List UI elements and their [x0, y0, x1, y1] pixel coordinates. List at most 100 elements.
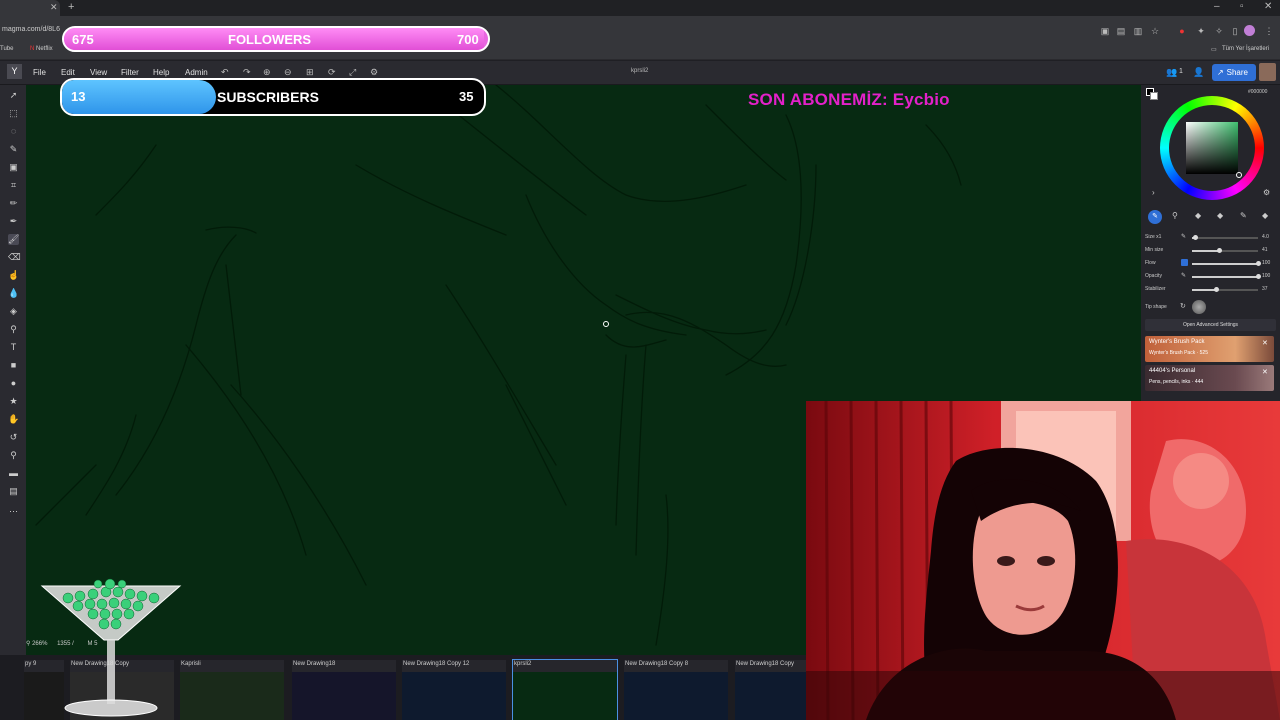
saturation-square[interactable]: [1186, 122, 1238, 174]
url-field[interactable]: magma.com/d/8L6: [2, 26, 60, 33]
netflix-icon[interactable]: N: [30, 46, 34, 52]
add-user-icon[interactable]: 👤: [1193, 67, 1204, 78]
stabilizer-value[interactable]: 37: [1262, 286, 1268, 292]
fill-tool-icon[interactable]: ◈: [8, 306, 19, 317]
smudge-tool-icon[interactable]: ☝: [8, 270, 19, 281]
min-size-value[interactable]: 41: [1262, 247, 1268, 253]
ellipse-tool-icon[interactable]: ●: [8, 378, 19, 389]
hand-tool-icon[interactable]: ✋: [8, 414, 19, 425]
color-settings-icon[interactable]: ⚙: [1263, 188, 1270, 197]
setting-slider-knob[interactable]: [1256, 274, 1261, 279]
grid-icon[interactable]: ⊞: [306, 67, 314, 78]
rotate-view-icon[interactable]: ↺: [8, 432, 19, 443]
close-icon[interactable]: ✕: [1262, 339, 1268, 347]
drawing-thumbnail[interactable]: New Drawing18 Copy 12: [402, 660, 506, 720]
zoom-tool-icon[interactable]: ⚲: [8, 450, 19, 461]
expand-icon[interactable]: ›: [1152, 188, 1155, 197]
menu-file[interactable]: File: [33, 68, 46, 77]
transform-tool-icon[interactable]: ▣: [8, 162, 19, 173]
maximize-icon[interactable]: ▫: [1240, 1, 1244, 12]
drawing-thumbnail[interactable]: New Drawing18: [292, 660, 396, 720]
pressure-icon[interactable]: ✎: [1181, 233, 1186, 240]
brush-preset-icon[interactable]: ✎: [1148, 210, 1162, 224]
brush-tool-icon[interactable]: 🖌: [8, 234, 19, 245]
zoom-in-icon[interactable]: ⊕: [263, 67, 271, 78]
color-hex[interactable]: #000000: [1248, 89, 1267, 95]
screenshot-icon[interactable]: ▣: [1100, 26, 1110, 36]
zoom-out-icon[interactable]: ⊖: [284, 67, 292, 78]
eyedropper-icon[interactable]: ⚲: [8, 324, 19, 335]
extension-icon[interactable]: ✧: [1214, 26, 1224, 36]
reference-icon[interactable]: ▤: [8, 486, 19, 497]
bookmark-netflix[interactable]: Netflix: [36, 46, 53, 52]
brush-preset-icon[interactable]: ⚲: [1172, 211, 1178, 220]
new-tab-icon[interactable]: +: [68, 1, 74, 13]
extension-icon[interactable]: ✦: [1196, 26, 1206, 36]
flow-pressure-icon[interactable]: [1181, 259, 1188, 266]
cast-icon[interactable]: ▥: [1133, 26, 1143, 36]
brush-preset-icon[interactable]: ✎: [1240, 211, 1247, 220]
all-bookmarks[interactable]: Tüm Yer İşaretleri: [1222, 46, 1269, 52]
color-picker-handle[interactable]: [1236, 172, 1242, 178]
profile-avatar[interactable]: [1244, 25, 1255, 36]
drawing-thumbnail[interactable]: Kaprisli: [180, 660, 284, 720]
tab-close-icon[interactable]: ✕: [50, 2, 58, 13]
secondary-color-swatch[interactable]: [1150, 92, 1158, 100]
opacity-pressure-icon[interactable]: ✎: [1181, 272, 1186, 279]
redo-icon[interactable]: ↷: [243, 67, 251, 78]
crop-tool-icon[interactable]: ⌗: [8, 180, 19, 191]
drawing-thumbnail[interactable]: kprsli2: [512, 659, 618, 720]
setting-slider-knob[interactable]: [1217, 248, 1222, 253]
blur-tool-icon[interactable]: 💧: [8, 288, 19, 299]
pen-tool-icon[interactable]: ✒: [8, 216, 19, 227]
brush-preset-icon[interactable]: ◆: [1262, 211, 1268, 220]
size-value[interactable]: 4.0: [1262, 234, 1269, 240]
menu-help[interactable]: Help: [153, 68, 169, 77]
translate-icon[interactable]: ▤: [1116, 26, 1126, 36]
setting-slider-knob[interactable]: [1193, 235, 1198, 240]
close-icon[interactable]: ✕: [1262, 368, 1268, 376]
reset-icon[interactable]: ↻: [1180, 302, 1186, 310]
magic-wand-icon[interactable]: ✎: [8, 144, 19, 155]
move-tool-icon[interactable]: ➚: [8, 90, 19, 101]
brush-pack-personal[interactable]: 44404's Personal Pens, pencils, inks · 4…: [1145, 365, 1274, 391]
lasso-tool-icon[interactable]: ◌: [8, 126, 19, 137]
marquee-tool-icon[interactable]: ⬚: [8, 108, 19, 119]
bookmark-youtube[interactable]: Tube: [0, 46, 13, 52]
brush-pack-wynter[interactable]: Wynter's Brush Pack Wynter's Brush Pack …: [1145, 336, 1274, 362]
minimize-icon[interactable]: –: [1214, 1, 1220, 12]
rectangle-tool-icon[interactable]: ■: [8, 360, 19, 371]
menu-filter[interactable]: Filter: [121, 68, 139, 77]
opacity-value[interactable]: 100: [1262, 273, 1270, 279]
flow-value[interactable]: 100: [1262, 260, 1270, 266]
menu-admin[interactable]: Admin: [185, 68, 208, 77]
fullscreen-icon[interactable]: ⤢: [349, 67, 356, 78]
tip-shape-preview[interactable]: [1192, 300, 1206, 314]
text-tool-icon[interactable]: T: [8, 342, 19, 353]
eraser-tool-icon[interactable]: ⌫: [8, 252, 21, 263]
chat-icon[interactable]: ▬: [8, 468, 19, 479]
rotate-icon[interactable]: ⟳: [328, 67, 336, 78]
record-icon[interactable]: ●: [1177, 26, 1187, 36]
shape-tool-icon[interactable]: ★: [8, 396, 19, 407]
open-advanced-settings-button[interactable]: Open Advanced Settings: [1145, 319, 1276, 331]
sidebar-icon[interactable]: ▯: [1230, 26, 1240, 36]
brush-preset-icon[interactable]: ◆: [1217, 211, 1223, 220]
more-tools-icon[interactable]: ⋯: [8, 506, 19, 517]
bookmark-star-icon[interactable]: ☆: [1150, 26, 1160, 36]
window-close-icon[interactable]: ✕: [1264, 1, 1272, 12]
drawing-thumbnail[interactable]: New Drawing18 Copy: [735, 660, 807, 720]
drawing-thumbnail[interactable]: New Drawing18 Copy 8: [624, 660, 728, 720]
magma-logo-icon[interactable]: Y: [7, 64, 22, 79]
users-icon[interactable]: 👥: [1166, 67, 1177, 78]
avatar[interactable]: [1259, 63, 1276, 81]
menu-view[interactable]: View: [90, 68, 107, 77]
brush-preset-icon[interactable]: ◆: [1195, 211, 1201, 220]
menu-edit[interactable]: Edit: [61, 68, 75, 77]
browser-menu-icon[interactable]: ⋮: [1264, 26, 1274, 36]
settings-icon[interactable]: ⚙: [370, 67, 378, 78]
setting-slider-knob[interactable]: [1256, 261, 1261, 266]
undo-icon[interactable]: ↶: [221, 67, 229, 78]
setting-slider-track[interactable]: [1192, 237, 1258, 239]
pencil-tool-icon[interactable]: ✏: [8, 198, 19, 209]
